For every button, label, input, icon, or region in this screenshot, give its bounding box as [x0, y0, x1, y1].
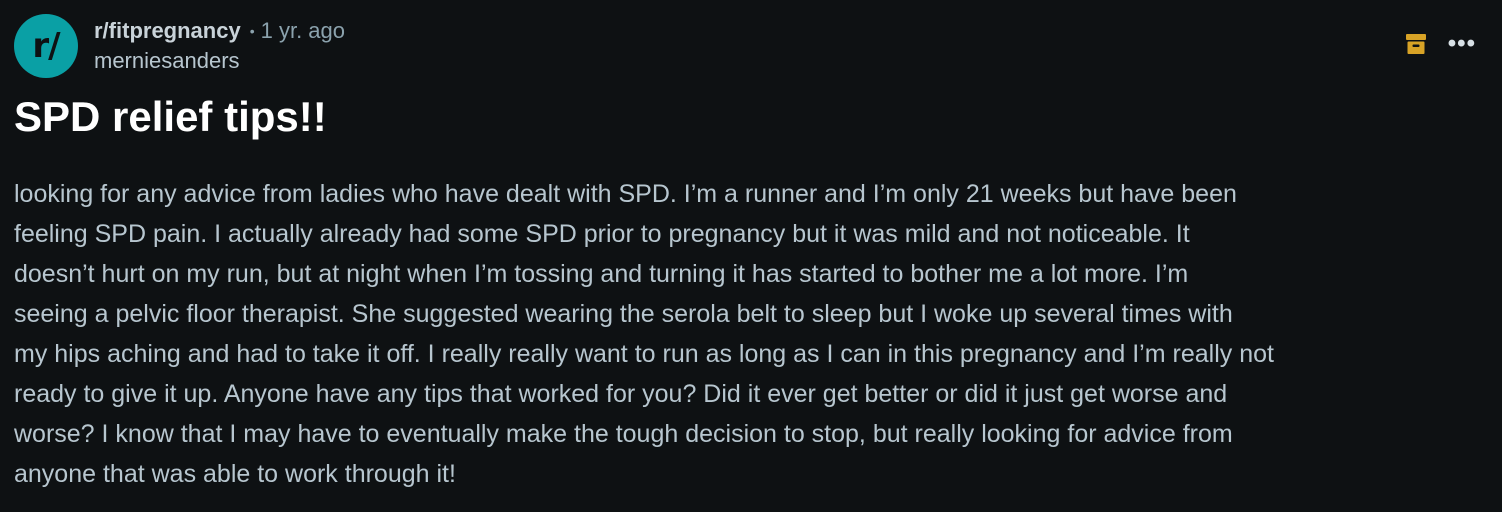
post-body-line: my hips aching and had to take it off. I… [14, 340, 1274, 368]
post-container: r/ r/fitpregnancy • 1 yr. ago merniesand… [0, 0, 1502, 512]
post-body-line: looking for any advice from ladies who h… [14, 180, 1237, 208]
post-body-line: feeling SPD pain. I actually already had… [14, 220, 1190, 248]
archive-icon[interactable] [1405, 32, 1426, 56]
subreddit-avatar[interactable]: r/ [14, 14, 78, 78]
post-body-line: doesn’t hurt on my run, but at night whe… [14, 260, 1189, 288]
meta-separator: • [249, 23, 255, 39]
post-actions: ••• [1405, 32, 1476, 56]
post-body-line: anyone that was able to work through it! [14, 460, 456, 488]
post-title[interactable]: SPD relief tips!! [14, 90, 327, 144]
post-body-line: ready to give it up. Anyone have any tip… [14, 380, 1228, 408]
more-options-icon[interactable]: ••• [1448, 32, 1476, 56]
author-link[interactable]: merniesanders [94, 48, 240, 74]
post-body-line: worse? I know that I may have to eventua… [14, 420, 1233, 448]
post-timestamp: 1 yr. ago [260, 18, 345, 43]
post-body-line: seeing a pelvic floor therapist. She sug… [14, 300, 1233, 328]
post-meta: r/fitpregnancy • 1 yr. ago [94, 16, 345, 46]
subreddit-link[interactable]: r/fitpregnancy [94, 18, 241, 44]
post-body: looking for any advice from ladies who h… [14, 174, 1494, 494]
